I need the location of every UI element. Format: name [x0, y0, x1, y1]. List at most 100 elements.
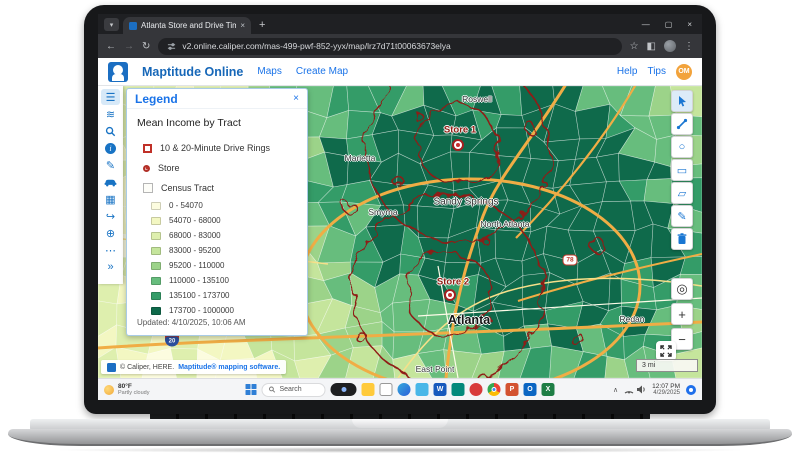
taskbar-app-powerpoint[interactable]: P [506, 383, 519, 396]
reload-icon[interactable]: ↻ [142, 41, 150, 52]
search-icon [269, 386, 276, 393]
edit-layer-icon[interactable]: ✎ [101, 157, 120, 173]
legend-close-icon[interactable]: × [293, 93, 299, 104]
legend-class-list: 0 - 5407054070 - 6800068000 - 8300083000… [137, 198, 297, 318]
store-marker[interactable] [444, 289, 456, 301]
map-attribution: © Caliper, HERE. Maptitude® mapping soft… [101, 360, 286, 374]
expand-rail-icon[interactable]: » [101, 259, 120, 275]
map-tool-rail-left: ☰ ≋ i ✎ ▦ ↪ ⊕ ⋯ » [98, 86, 123, 284]
pointer-tool-icon[interactable] [671, 90, 693, 112]
taskbar-weather-widget[interactable]: 80°F Partly cloudy [104, 383, 150, 396]
side-panel-icon[interactable]: ◧ [647, 41, 656, 52]
legend-layer-title: Mean Income by Tract [137, 117, 297, 129]
window-maximize-button[interactable]: ▢ [665, 20, 673, 29]
drive-time-car-icon[interactable] [101, 174, 120, 190]
taskbar-app-edge[interactable] [398, 383, 411, 396]
circle-tool-icon[interactable]: ○ [671, 136, 693, 158]
nav-create-map[interactable]: Create Map [296, 66, 348, 77]
class-color-swatch [151, 277, 161, 285]
map-label-roswell: Roswell [462, 94, 492, 104]
measure-tool-icon[interactable] [671, 113, 693, 135]
site-settings-icon[interactable] [167, 42, 176, 51]
legend-item-drive-rings[interactable]: 10 & 20-Minute Drive Rings [137, 138, 297, 158]
screen-content: ▾ Atlanta Store and Drive Time | × + — ▢… [98, 14, 702, 400]
class-color-swatch [151, 307, 161, 315]
map-canvas[interactable]: RoswellMariettaSandy SpringsSmyrnaNorth … [98, 86, 702, 378]
legend-class-row: 95200 - 110000 [137, 258, 297, 273]
route-shield-78: 78 [563, 255, 578, 266]
tips-link[interactable]: Tips [647, 66, 666, 77]
taskbar-app-store[interactable] [416, 383, 429, 396]
map-label-east-point: East Point [416, 364, 455, 374]
taskbar-app-chat[interactable] [380, 383, 393, 396]
bookmark-star-icon[interactable]: ☆ [630, 41, 639, 52]
class-color-swatch [151, 217, 161, 225]
nav-maps[interactable]: Maps [257, 66, 281, 77]
tab-close-icon[interactable]: × [240, 21, 245, 30]
window-minimize-button[interactable]: — [642, 20, 650, 29]
layers-icon[interactable]: ≋ [101, 106, 120, 122]
app-header: Maptitude Online Maps Create Map Help Ti… [98, 58, 702, 86]
legend-updated-timestamp: Updated: 4/10/2025, 10:06 AM [137, 318, 246, 327]
class-range-label: 173700 - 1000000 [169, 306, 234, 315]
apps-grid-icon[interactable]: ▦ [101, 191, 120, 207]
browser-menu-icon[interactable]: ⋮ [684, 41, 694, 52]
locate-target-icon[interactable]: ◎ [671, 278, 693, 300]
rectangle-tool-icon[interactable]: ▭ [671, 159, 693, 181]
weather-temp: 80°F [118, 383, 150, 390]
zoom-in-button[interactable]: + [671, 303, 693, 325]
taskbar-app-word[interactable]: W [434, 383, 447, 396]
polygon-tool-icon[interactable]: ▱ [671, 182, 693, 204]
legend-tool-icon[interactable]: ☰ [101, 89, 120, 105]
map-label-sandy-springs: Sandy Springs [433, 197, 498, 208]
laptop-base [8, 429, 792, 446]
taskbar-widget-pill[interactable] [331, 383, 357, 396]
taskbar-app-excel[interactable]: X [542, 383, 555, 396]
notification-badge[interactable] [686, 385, 696, 395]
browser-profile-avatar[interactable] [664, 40, 676, 52]
new-tab-button[interactable]: + [259, 19, 265, 31]
tray-chevron-icon[interactable]: ∧ [613, 386, 618, 394]
back-icon[interactable]: ← [106, 41, 116, 52]
globe-icon[interactable]: ⊕ [101, 225, 120, 241]
delete-tool-icon[interactable] [671, 228, 693, 250]
class-range-label: 110000 - 135100 [169, 276, 229, 285]
attribution-link[interactable]: Maptitude® mapping software. [178, 364, 280, 371]
fullscreen-icon[interactable] [656, 341, 676, 361]
browser-tab[interactable]: Atlanta Store and Drive Time | × [123, 17, 251, 34]
map-label-smyrna: Smyrna [368, 207, 397, 217]
windows-taskbar: 80°F Partly cloudy Search W [98, 378, 702, 400]
start-button[interactable] [246, 384, 257, 395]
taskbar-search[interactable]: Search [262, 383, 326, 397]
taskbar-app-outlook[interactable]: O [524, 383, 537, 396]
store-label: Store 2 [437, 277, 469, 288]
legend-item-census-tract[interactable]: Census Tract [137, 178, 297, 198]
store-marker[interactable] [452, 139, 464, 151]
tab-search-chevron-icon[interactable]: ▾ [104, 18, 119, 31]
share-icon[interactable]: ↪ [101, 208, 120, 224]
app-brand: Maptitude Online [142, 65, 243, 79]
census-tract-swatch [143, 183, 153, 193]
taskbar-clock[interactable]: 12:07 PM 4/29/2025 [652, 383, 680, 397]
legend-class-row: 54070 - 68000 [137, 213, 297, 228]
more-icon[interactable]: ⋯ [101, 242, 120, 258]
window-close-button[interactable]: × [687, 20, 692, 29]
legend-panel: Legend × Mean Income by Tract 10 & 20-Mi… [126, 88, 308, 336]
forward-icon[interactable]: → [124, 41, 134, 52]
legend-class-row: 135100 - 173700 [137, 288, 297, 303]
legend-item-label: 10 & 20-Minute Drive Rings [160, 143, 270, 153]
tab-favicon [129, 22, 137, 30]
taskbar-app-file-explorer[interactable] [362, 383, 375, 396]
info-icon[interactable]: i [101, 140, 120, 156]
search-icon[interactable] [101, 123, 120, 139]
attribution-copyright: © Caliper, HERE. [120, 364, 174, 371]
help-link[interactable]: Help [617, 66, 638, 77]
taskbar-app-chrome[interactable] [488, 383, 501, 396]
taskbar-app-media[interactable] [470, 383, 483, 396]
draw-tool-icon[interactable]: ✎ [671, 205, 693, 227]
legend-item-store[interactable]: Store [137, 158, 297, 178]
address-bar[interactable]: v2.online.caliper.com/mas-499-pwf-852-yy… [158, 38, 621, 55]
user-avatar[interactable]: OM [676, 64, 692, 80]
tray-network-volume-icons[interactable] [624, 385, 646, 394]
taskbar-app-teams[interactable] [452, 383, 465, 396]
